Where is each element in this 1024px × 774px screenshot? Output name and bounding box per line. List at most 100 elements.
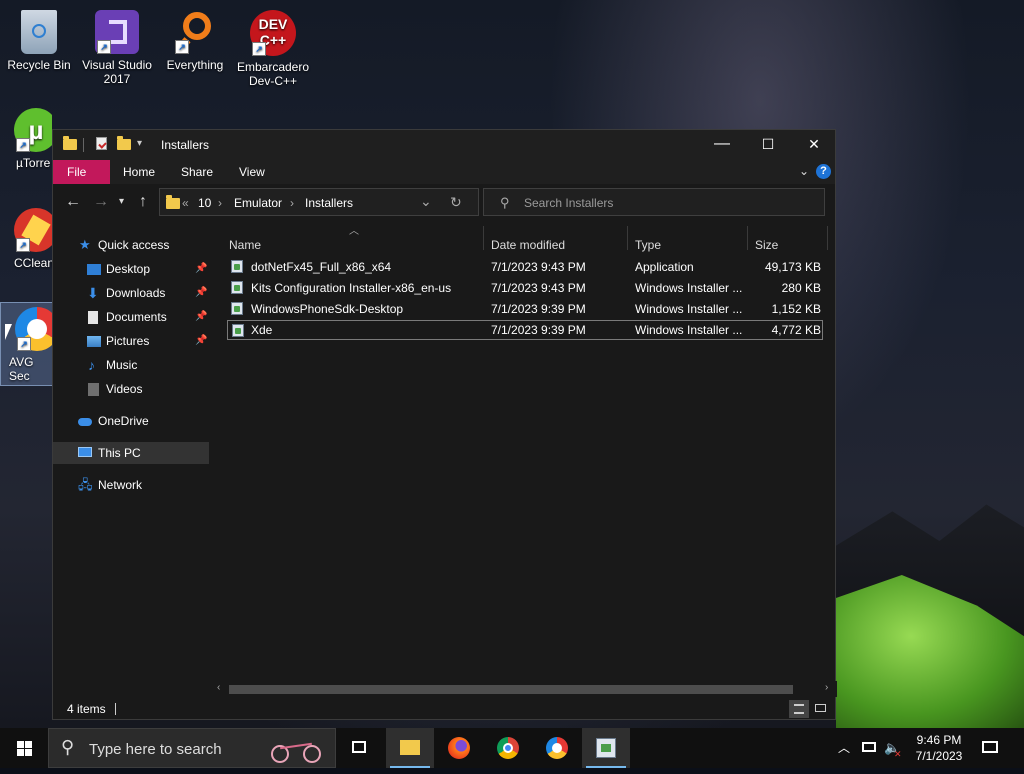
maximize-button[interactable]: ☐ <box>745 130 791 160</box>
recent-locations-chevron-icon[interactable]: ▾ <box>119 196 124 207</box>
taskbar-search-box[interactable]: ⚲ Type here to search <box>48 728 336 768</box>
firefox-icon <box>448 737 470 759</box>
recycle-bin-icon <box>21 10 57 54</box>
start-button[interactable] <box>0 728 48 768</box>
nav-item-pictures[interactable]: Pictures 📌 <box>53 330 209 352</box>
file-explorer-window[interactable]: ▾ Installers — ☐ ✕ File Home Share View … <box>52 129 837 720</box>
file-size: 1,152 KB <box>771 302 821 316</box>
nav-item-quick-access[interactable]: ★ Quick access <box>53 234 209 256</box>
sort-ascending-icon: ︿ <box>349 226 359 237</box>
nav-item-videos[interactable]: Videos <box>53 378 209 400</box>
file-list: ︿ Name Date modified Type Size dotNetFx4… <box>211 222 835 687</box>
nav-item-desktop[interactable]: Desktop 📌 <box>53 258 209 280</box>
nav-item-onedrive[interactable]: OneDrive <box>53 410 209 432</box>
address-overflow[interactable]: « <box>182 196 189 210</box>
search-input[interactable]: Search Installers <box>524 196 613 210</box>
properties-icon[interactable] <box>96 137 107 153</box>
scroll-left-arrow-icon[interactable]: ‹ <box>217 682 220 693</box>
customize-quick-access-icon[interactable]: ▾ <box>137 138 142 154</box>
pin-icon[interactable]: 📌 <box>195 282 207 304</box>
installer-file-icon <box>232 324 244 337</box>
nav-label: Quick access <box>98 238 170 252</box>
column-header-name[interactable]: Name <box>229 238 261 252</box>
taskbar-chrome[interactable] <box>484 728 532 768</box>
computer-icon <box>78 447 92 457</box>
ribbon-tabs: File Home Share View ⌄ ? <box>53 160 835 184</box>
address-segment[interactable]: 10 <box>198 196 211 210</box>
taskbar-file-explorer[interactable] <box>386 728 434 768</box>
desktop-icon-avg-browser[interactable]: ↗ AVG Sec Brows <box>0 302 54 386</box>
address-segment[interactable]: Installers <box>305 196 353 210</box>
close-button[interactable]: ✕ <box>791 130 837 160</box>
mouse-cursor <box>5 324 12 340</box>
shortcut-arrow-icon: ↗ <box>97 40 111 54</box>
task-view-button[interactable] <box>336 728 384 768</box>
nav-item-documents[interactable]: Documents 📌 <box>53 306 209 328</box>
column-header-size[interactable]: Size <box>755 238 778 252</box>
pin-icon[interactable]: 📌 <box>195 258 207 280</box>
large-icons-view-icon[interactable] <box>813 701 829 715</box>
desktop-icon-label: CClean <box>14 256 52 270</box>
show-hidden-icons-chevron-icon[interactable]: ︿ <box>838 728 850 768</box>
desktop-icon-everything[interactable]: ↗ Everything <box>157 6 233 72</box>
table-row[interactable]: Kits Configuration Installer-x86_en-us 7… <box>227 278 823 298</box>
column-header-type[interactable]: Type <box>635 238 661 252</box>
address-history-chevron-icon[interactable]: ⌄ <box>420 193 432 210</box>
nav-item-music[interactable]: ♪ Music <box>53 354 209 376</box>
search-box[interactable]: ⚲ Search Installers <box>483 188 825 216</box>
file-type: Application <box>635 260 694 274</box>
taskbar-installer[interactable] <box>582 728 630 768</box>
scrollbar-thumb[interactable] <box>229 685 793 694</box>
taskbar-firefox[interactable] <box>435 728 483 768</box>
nav-item-this-pc[interactable]: This PC <box>53 442 209 464</box>
tab-share[interactable]: Share <box>167 160 227 184</box>
table-row[interactable]: dotNetFx45_Full_x86_x64 7/1/2023 9:43 PM… <box>227 257 823 277</box>
address-bar[interactable]: « 10 › Emulator › Installers ⌄ ↻ <box>159 188 479 216</box>
forward-arrow-icon[interactable]: → <box>93 193 109 211</box>
tab-home[interactable]: Home <box>109 160 169 184</box>
expand-ribbon-chevron-icon[interactable]: ⌄ <box>799 164 809 178</box>
windows-logo-icon <box>17 741 32 756</box>
nav-item-network[interactable]: 🖧 Network <box>53 474 209 496</box>
minimize-button[interactable]: — <box>699 130 745 160</box>
shortcut-arrow-icon: ↗ <box>16 138 30 152</box>
desktop-icon-label: Everything <box>166 58 224 72</box>
column-separator[interactable] <box>747 226 748 250</box>
taskbar-avg-browser[interactable] <box>533 728 581 768</box>
desktop-icon-visual-studio[interactable]: ↗ Visual Studio 2017 <box>79 6 155 86</box>
desktop-icon-ccleaner[interactable]: ↗ CClean <box>0 204 52 270</box>
desktop-icon-label: µTorre <box>16 156 51 170</box>
desktop-icon-utorrent[interactable]: µ ↗ µTorre <box>0 104 52 170</box>
desktop-icon-recycle-bin[interactable]: Recycle Bin <box>1 6 77 72</box>
column-separator[interactable] <box>627 226 628 250</box>
column-separator[interactable] <box>483 226 484 250</box>
clock[interactable]: 9:46 PM 7/1/2023 <box>904 732 974 764</box>
title-bar[interactable]: ▾ Installers — ☐ ✕ <box>53 130 835 160</box>
nav-label: Downloads <box>106 286 166 300</box>
file-type: Windows Installer ... <box>635 323 743 337</box>
navigation-pane: ★ Quick access Desktop 📌 ⬇ Downloads 📌 D… <box>53 222 209 687</box>
desktop-icon-dev-cpp[interactable]: DEV C++ ↗ Embarcadero Dev-C++ <box>235 6 311 88</box>
pin-icon[interactable]: 📌 <box>195 306 207 328</box>
address-segment[interactable]: Emulator <box>234 196 282 210</box>
help-icon[interactable]: ? <box>816 164 831 179</box>
nav-item-downloads[interactable]: ⬇ Downloads 📌 <box>53 282 209 304</box>
column-header-date[interactable]: Date modified <box>491 238 565 252</box>
nav-label: Desktop <box>106 262 151 276</box>
back-arrow-icon[interactable]: ← <box>65 193 81 211</box>
taskbar-search-input[interactable]: Type here to search <box>89 741 222 758</box>
scroll-right-arrow-icon[interactable]: › <box>825 682 828 693</box>
table-row[interactable]: WindowsPhoneSdk-Desktop 7/1/2023 9:39 PM… <box>227 299 823 319</box>
task-view-icon <box>352 741 366 753</box>
star-icon: ★ <box>79 237 91 252</box>
new-folder-icon[interactable] <box>117 136 131 153</box>
table-row[interactable]: Xde 7/1/2023 9:39 PM Windows Installer .… <box>227 320 823 340</box>
tab-file[interactable]: File <box>53 160 110 184</box>
pin-icon[interactable]: 📌 <box>195 330 207 352</box>
details-view-icon[interactable] <box>789 700 809 718</box>
tab-view[interactable]: View <box>225 160 279 184</box>
column-separator[interactable] <box>827 226 828 250</box>
horizontal-scrollbar[interactable]: ‹ › <box>213 681 837 697</box>
refresh-icon[interactable]: ↻ <box>450 194 462 211</box>
up-arrow-icon[interactable]: ↑ <box>139 193 147 211</box>
